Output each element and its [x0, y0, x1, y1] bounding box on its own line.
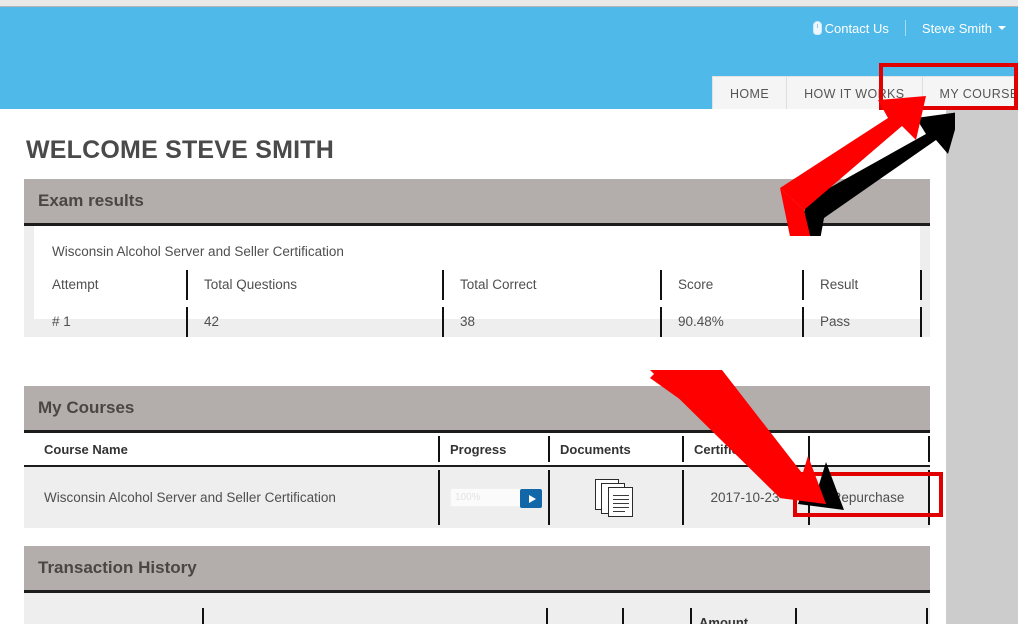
exam-value-total-questions: 42 — [186, 303, 442, 340]
chevron-down-icon — [998, 26, 1006, 30]
exam-results-title: Exam results — [38, 191, 144, 210]
nav-how-it-works[interactable]: HOW IT WORKS — [786, 77, 921, 111]
course-end-divider — [928, 467, 940, 528]
courses-col-action — [808, 433, 928, 465]
page-right-background — [946, 109, 1018, 624]
transaction-history-header-row: Amount — [24, 593, 930, 624]
courses-col-progress: Progress — [438, 433, 548, 465]
exam-results-panel: Exam results Wisconsin Alcohol Server an… — [24, 179, 930, 337]
exam-course-name: Wisconsin Alcohol Server and Seller Cert… — [52, 244, 344, 259]
courses-col-end-divider — [928, 433, 940, 465]
txn-col-2 — [546, 600, 622, 624]
user-name-label: Steve Smith — [921, 20, 992, 36]
exam-value-score: 90.48% — [660, 303, 802, 340]
my-courses-body: Course Name Progress Documents Certifica… — [24, 433, 930, 528]
nav-my-courses[interactable]: MY COURSES — [921, 77, 1018, 111]
utility-topbar: Contact Us Steve Smith — [812, 17, 1006, 39]
mouse-icon — [812, 21, 822, 35]
txn-col-3 — [622, 600, 690, 624]
txn-col-end-divider — [926, 600, 935, 624]
course-documents-cell — [548, 467, 682, 528]
play-triangle — [528, 494, 536, 503]
txn-col-amount: Amount — [690, 600, 795, 624]
course-action-cell: Repurchase — [808, 467, 928, 528]
play-icon[interactable] — [520, 489, 542, 508]
progress-percent-label: 100% — [455, 492, 481, 503]
exam-value-attempt: # 1 — [52, 314, 71, 329]
exam-header-row: Attempt Total Questions Total Correct Sc… — [34, 266, 922, 303]
exam-value-result: Pass — [802, 303, 920, 340]
courses-col-certificate: Certificate — [682, 433, 808, 465]
my-courses-header-row: Course Name Progress Documents Certifica… — [24, 433, 930, 467]
exam-results-body: Wisconsin Alcohol Server and Seller Cert… — [24, 226, 930, 337]
exam-results-table: Wisconsin Alcohol Server and Seller Cert… — [34, 226, 922, 337]
courses-col-course-name: Course Name — [44, 441, 128, 457]
exam-data-row: # 1 42 38 90.48% Pass — [34, 303, 922, 340]
exam-col-end-divider — [920, 266, 938, 303]
transaction-history-header: Transaction History — [24, 546, 930, 593]
transaction-history-title: Transaction History — [38, 558, 197, 577]
documents-stack-icon[interactable] — [595, 478, 635, 517]
courses-col-documents: Documents — [548, 433, 682, 465]
my-courses-title: My Courses — [38, 398, 135, 417]
repurchase-button[interactable]: Repurchase — [832, 490, 905, 505]
user-menu[interactable]: Steve Smith — [922, 21, 1006, 36]
exam-col-result: Result — [802, 266, 920, 303]
page-title: WELCOME STEVE SMITH — [26, 136, 334, 164]
txn-col-5 — [795, 600, 926, 624]
course-name-cell: Wisconsin Alcohol Server and Seller Cert… — [44, 490, 336, 505]
page-root: Contact Us Steve Smith HOME HOW IT WORKS… — [0, 0, 1018, 624]
site-header: Contact Us Steve Smith HOME HOW IT WORKS… — [0, 7, 1018, 111]
my-courses-header: My Courses — [24, 386, 930, 433]
txn-col-1 — [202, 600, 546, 624]
course-progress-cell: 100% — [438, 467, 548, 528]
transaction-history-body: Amount — [24, 593, 930, 624]
table-row: Wisconsin Alcohol Server and Seller Cert… — [24, 467, 930, 528]
contact-us-label: Contact Us — [824, 20, 889, 36]
browser-chrome-strip — [0, 0, 1018, 7]
transaction-history-panel: Transaction History Amount — [24, 546, 930, 624]
contact-us-link[interactable]: Contact Us — [812, 20, 889, 36]
exam-col-attempt: Attempt — [52, 277, 99, 292]
my-courses-panel: My Courses Course Name Progress Document… — [24, 386, 930, 528]
exam-value-total-correct: 38 — [442, 303, 660, 340]
course-certificate-cell: 2017-10-23 — [682, 467, 808, 528]
exam-col-total-questions: Total Questions — [186, 266, 442, 303]
exam-value-end-divider — [920, 303, 938, 340]
exam-results-grid: Attempt Total Questions Total Correct Sc… — [34, 266, 922, 340]
doc-sheet-front — [608, 486, 633, 517]
topbar-divider — [904, 20, 906, 36]
progress-bar[interactable]: 100% — [450, 488, 543, 508]
nav-home[interactable]: HOME — [713, 77, 786, 111]
exam-col-score: Score — [660, 266, 802, 303]
main-navigation: HOME HOW IT WORKS MY COURSES — [712, 76, 1018, 111]
exam-results-header: Exam results — [24, 179, 930, 226]
exam-col-total-correct: Total Correct — [442, 266, 660, 303]
